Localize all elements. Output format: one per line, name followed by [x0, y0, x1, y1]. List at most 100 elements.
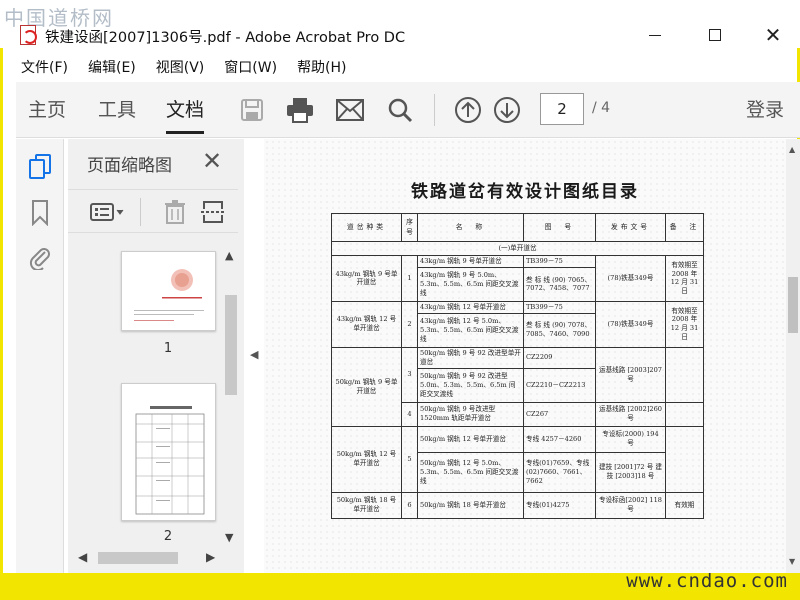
thumbnail-label-2: 2 [163, 529, 173, 544]
collapse-panel-icon[interactable]: ◀ [250, 348, 258, 361]
split-page-button[interactable] [200, 200, 226, 224]
menu-help[interactable]: 帮助(H) [287, 56, 356, 80]
section-label: (一)单开道岔 [331, 241, 704, 256]
document-page: 铁路道岔有效设计图纸目录 道岔种类 序号 名 称 图 号 发布文号 备 注 (一… [264, 139, 786, 573]
close-button[interactable]: ✕ [758, 22, 788, 48]
trash-icon [165, 200, 185, 224]
thumbnail-horizontal-scrollbar[interactable]: ◀ ▶ [76, 549, 222, 567]
scroll-right-icon[interactable]: ▶ [206, 550, 215, 564]
delete-page-button[interactable] [162, 200, 188, 224]
bookmarks-button[interactable] [26, 199, 54, 227]
column-header: 发布文号 [595, 213, 666, 242]
previous-page-button[interactable] [454, 96, 482, 124]
cell-kind: 43kg/m 钢轨 9 号单开道岔 [331, 255, 402, 302]
tab-document[interactable]: 文档 [166, 82, 205, 138]
menu-file[interactable]: 文件(F) [0, 56, 78, 80]
cell-figure: 专线 4257－4260 [523, 425, 596, 453]
cell-name: 50kg/m 钢轨 18 号单开道岔 [417, 491, 524, 519]
cell-doc: 运基线路 [2002]260 号 [595, 401, 666, 427]
doc-scrollbar-thumb[interactable] [788, 277, 798, 333]
cell-note: 有效期至 2008 年 12 月 31 日 [665, 300, 704, 348]
next-page-button[interactable] [493, 96, 521, 124]
table-row: 50kg/m 钢轨 12 号单开道岔 5 50kg/m 钢轨 12 号单开道岔 … [331, 425, 704, 493]
options-menu-icon [90, 203, 124, 221]
email-button[interactable] [336, 96, 364, 124]
cell-name: 50kg/m 钢轨 12 号单开道岔 [417, 425, 524, 453]
column-header: 名 称 [417, 213, 524, 242]
column-header: 备 注 [665, 213, 704, 242]
attachments-button[interactable] [26, 243, 54, 271]
cell-doc: 建技 [2001]72 号 建技 [2003]18 号 [595, 451, 666, 493]
envelope-icon [336, 99, 364, 121]
thumbnail-vertical-scrollbar[interactable]: ▲ ▼ [222, 243, 240, 547]
thumbnail-list: 1 2 [68, 243, 222, 547]
toolbar: 主页 工具 文档 2 / 4 登录 [16, 82, 800, 138]
cell-no: 2 [401, 300, 418, 348]
cell-no: 4 [401, 401, 418, 427]
cell-figure: 叁 标 线 (90) 7078、7085、7460、7090 [523, 312, 596, 348]
cell-name: 50kg/m 钢轨 9 号 92 改进型单开道岔 [417, 346, 524, 369]
panel-close-button[interactable]: ✕ [202, 147, 222, 175]
hscroll-thumb[interactable] [98, 552, 178, 564]
drawing-list-table: 道岔种类 序号 名 称 图 号 发布文号 备 注 (一)单开道岔 43kg/m … [331, 213, 704, 519]
scrollbar-thumb[interactable] [225, 295, 237, 395]
cell-kind: 43kg/m 钢轨 12 号单开道岔 [331, 300, 402, 348]
cell-doc: (78)铁基349号 [595, 255, 666, 302]
search-icon [388, 98, 413, 123]
scroll-down-icon[interactable]: ▼ [225, 531, 233, 544]
save-button[interactable] [238, 96, 266, 124]
search-button[interactable] [386, 96, 414, 124]
page-total: / 4 [592, 100, 611, 116]
thumbnail-options-button[interactable] [90, 200, 126, 224]
table-header-row: 道岔种类 序号 名 称 图 号 发布文号 备 注 [331, 213, 704, 242]
cell-name: 43kg/m 钢轨 12 号 5.0m、5.3m、5.5m、6.5m 间距交叉渡… [417, 312, 524, 348]
cell-kind: 50kg/m 钢轨 9 号单开道岔 [331, 346, 402, 427]
print-button[interactable] [286, 96, 314, 124]
title-bar: 中国道桥网 铁建设函[2007]1306号.pdf - Adobe Acroba… [0, 0, 800, 48]
document-vertical-scrollbar[interactable]: ▲ ▼ [786, 139, 800, 573]
scroll-left-icon[interactable]: ◀ [78, 550, 87, 564]
cell-name: 50kg/m 钢轨 9 号改进型 1520mm 轨距单开道岔 [417, 401, 524, 427]
arrow-down-circle-icon [494, 97, 520, 123]
page-number-input[interactable]: 2 [540, 93, 584, 125]
column-header: 道岔种类 [331, 213, 402, 242]
cell-figure: CZ2210－CZ2213 [523, 367, 596, 403]
document-view[interactable]: 铁路道岔有效设计图纸目录 道岔种类 序号 名 称 图 号 发布文号 备 注 (一… [264, 139, 800, 573]
minimize-button[interactable] [640, 22, 670, 48]
cell-name: 43kg/m 钢轨 9 号单开道岔 [417, 255, 524, 268]
cell-note: 有效期 [665, 491, 704, 519]
cell-doc: (78)铁基349号 [595, 300, 666, 348]
cell-no: 6 [401, 491, 418, 519]
column-header: 序号 [401, 213, 418, 242]
maximize-button[interactable] [700, 22, 730, 48]
cell-doc: 运基线路 [2003]207 号 [595, 346, 666, 403]
menu-view[interactable]: 视图(V) [146, 56, 215, 80]
toolbar-separator [434, 94, 435, 126]
page-thumbnail-1[interactable] [121, 251, 216, 331]
menu-edit[interactable]: 编辑(E) [78, 56, 146, 80]
table-row: 50kg/m 钢轨 9 号单开道岔 3 50kg/m 钢轨 9 号 92 改进型… [331, 346, 704, 427]
printer-icon [287, 98, 313, 123]
cell-name: 50kg/m 钢轨 12 号 5.0m、5.3m、5.5m、6.5m 间距交叉渡… [417, 451, 524, 493]
cell-name: 50kg/m 钢轨 9 号 92 改进型 5.0m、5.3m、5.5m、6.5m… [417, 367, 524, 403]
tab-home[interactable]: 主页 [28, 82, 66, 138]
doc-scroll-up-icon[interactable]: ▲ [789, 145, 795, 154]
cell-no: 3 [401, 346, 418, 403]
page-thumbnail-2[interactable] [121, 383, 216, 521]
table-row: 43kg/m 钢轨 12 号单开道岔 2 43kg/m 钢轨 12 号单开道岔 … [331, 300, 704, 348]
cell-figure: CZ267 [523, 401, 596, 427]
document-title: 铁路道岔有效设计图纸目录 [411, 182, 639, 202]
save-icon [241, 99, 263, 121]
menu-window[interactable]: 窗口(W) [214, 56, 287, 80]
cell-name: 43kg/m 钢轨 12 号单开道岔 [417, 300, 524, 314]
arrow-up-circle-icon [455, 97, 481, 123]
cell-figure: 专线(01)7659、专线(02)7660、7661、7662 [523, 451, 596, 493]
cell-name: 43kg/m 钢轨 9 号 5.0m、5.3m、5.5m、6.5m 间距交叉渡线 [417, 266, 524, 302]
cell-kind: 50kg/m 钢轨 18 号单开道岔 [331, 491, 402, 519]
cell-note [665, 346, 704, 403]
doc-scroll-down-icon[interactable]: ▼ [789, 557, 795, 566]
page-thumbnails-button[interactable] [26, 153, 54, 181]
tab-tools[interactable]: 工具 [98, 82, 136, 138]
login-button[interactable]: 登录 [746, 82, 784, 138]
scroll-up-icon[interactable]: ▲ [225, 249, 233, 262]
